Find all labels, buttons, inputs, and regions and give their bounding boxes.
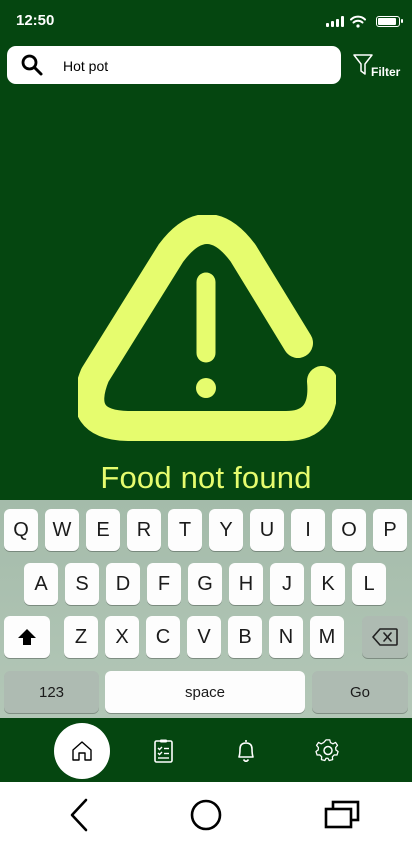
filter-button[interactable]: Filter bbox=[352, 52, 408, 82]
search-icon[interactable] bbox=[20, 53, 44, 77]
key-u[interactable]: U bbox=[250, 509, 284, 551]
key-x[interactable]: X bbox=[105, 616, 139, 658]
bottom-navigation bbox=[0, 718, 412, 782]
backspace-icon bbox=[372, 628, 398, 646]
space-key[interactable]: space bbox=[105, 671, 305, 713]
warning-icon bbox=[78, 215, 336, 441]
numbers-key[interactable]: 123 bbox=[4, 671, 99, 713]
key-m[interactable]: M bbox=[310, 616, 344, 658]
shift-icon bbox=[18, 629, 36, 645]
key-k[interactable]: K bbox=[311, 563, 345, 605]
go-key[interactable]: Go bbox=[312, 671, 408, 713]
key-n[interactable]: N bbox=[269, 616, 303, 658]
key-q[interactable]: Q bbox=[4, 509, 38, 551]
nav-home-button[interactable] bbox=[54, 723, 110, 779]
key-b[interactable]: B bbox=[228, 616, 262, 658]
search-bar[interactable] bbox=[7, 46, 341, 84]
key-z[interactable]: Z bbox=[64, 616, 98, 658]
empty-state-message: Food not found bbox=[100, 460, 312, 495]
status-bar: 12:50 bbox=[0, 0, 412, 40]
search-input[interactable] bbox=[61, 55, 325, 77]
signal-icon bbox=[326, 15, 344, 27]
key-s[interactable]: S bbox=[65, 563, 99, 605]
keyboard: Q W E R T Y U I O P A S D F G H J K L Z … bbox=[0, 500, 412, 718]
gear-icon[interactable] bbox=[315, 738, 341, 764]
key-f[interactable]: F bbox=[147, 563, 181, 605]
key-c[interactable]: C bbox=[146, 616, 180, 658]
key-o[interactable]: O bbox=[332, 509, 366, 551]
backspace-key[interactable] bbox=[362, 616, 408, 658]
key-r[interactable]: R bbox=[127, 509, 161, 551]
filter-label: Filter bbox=[371, 65, 401, 79]
home-circle-icon[interactable] bbox=[189, 798, 223, 832]
key-p[interactable]: P bbox=[373, 509, 407, 551]
key-j[interactable]: J bbox=[270, 563, 304, 605]
key-i[interactable]: I bbox=[291, 509, 325, 551]
key-l[interactable]: L bbox=[352, 563, 386, 605]
key-d[interactable]: D bbox=[106, 563, 140, 605]
home-icon bbox=[72, 741, 92, 761]
battery-icon bbox=[376, 15, 403, 27]
status-time: 12:50 bbox=[16, 12, 55, 29]
back-icon[interactable] bbox=[68, 798, 90, 832]
key-v[interactable]: V bbox=[187, 616, 221, 658]
shift-key[interactable] bbox=[4, 616, 50, 658]
recent-apps-icon[interactable] bbox=[323, 800, 361, 830]
status-icons bbox=[326, 13, 403, 29]
system-navigation-bar bbox=[0, 782, 412, 847]
key-h[interactable]: H bbox=[229, 563, 263, 605]
key-a[interactable]: A bbox=[24, 563, 58, 605]
key-w[interactable]: W bbox=[45, 509, 79, 551]
key-t[interactable]: T bbox=[168, 509, 202, 551]
bell-icon[interactable] bbox=[233, 738, 259, 764]
list-icon[interactable] bbox=[151, 738, 177, 764]
key-e[interactable]: E bbox=[86, 509, 120, 551]
key-g[interactable]: G bbox=[188, 563, 222, 605]
wifi-icon bbox=[350, 15, 366, 28]
key-y[interactable]: Y bbox=[209, 509, 243, 551]
